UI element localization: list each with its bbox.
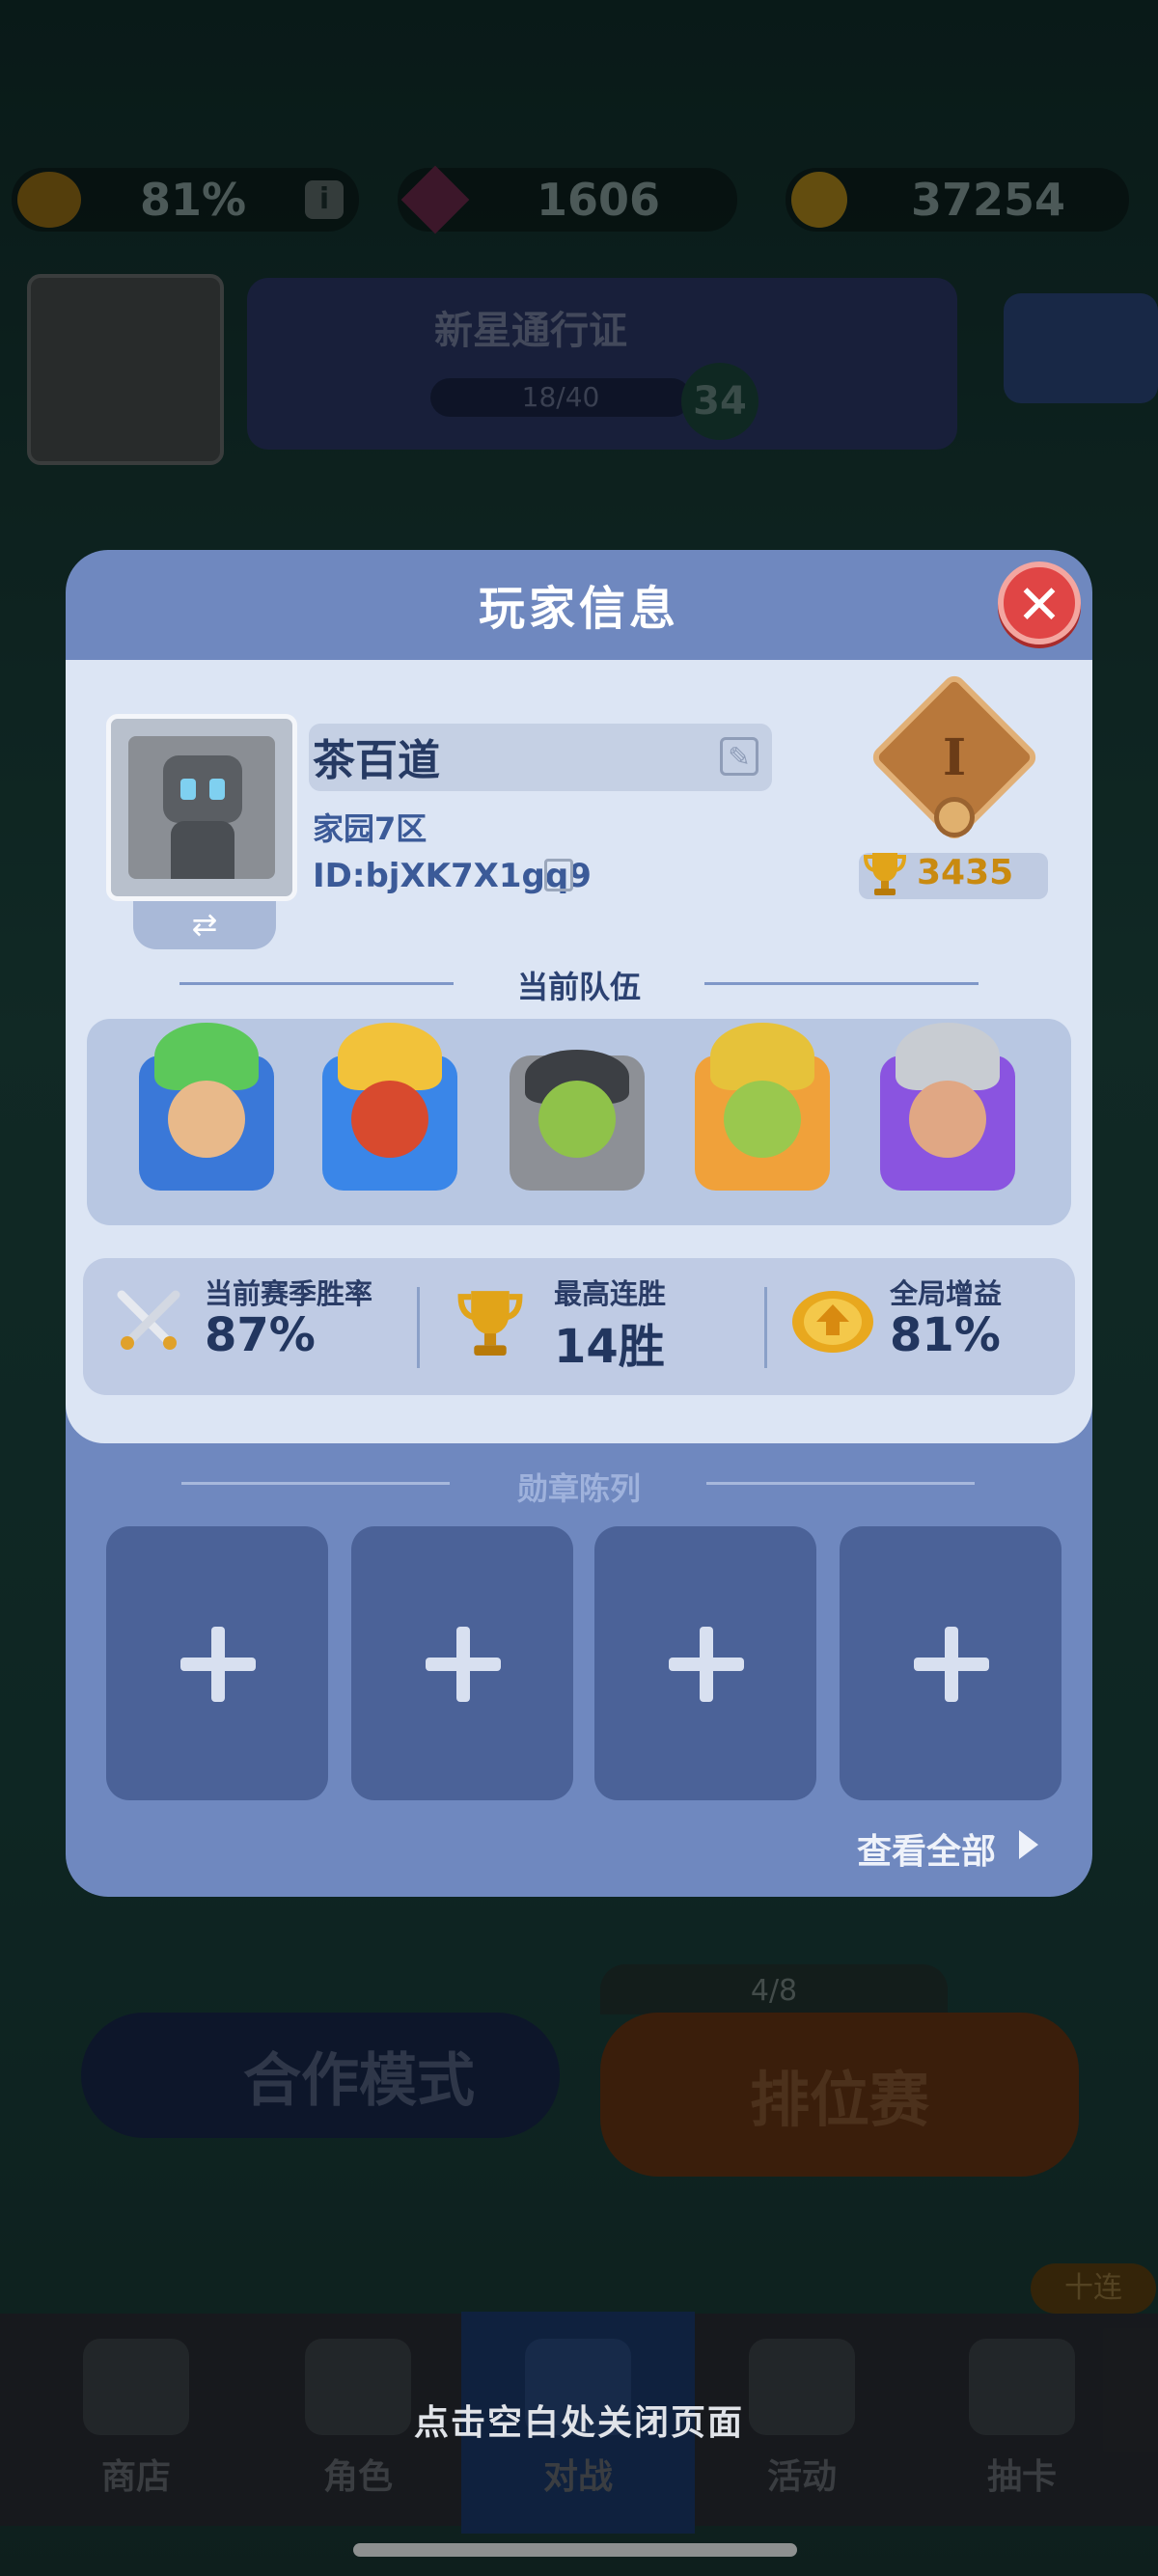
team-section-title: 当前队伍 [516,969,641,1005]
player-name: 茶百道 [313,736,440,785]
medal-slot-4[interactable] [840,1526,1062,1800]
hero-face [168,1081,245,1158]
winrate-label: 当前赛季胜率 [205,1277,373,1310]
streak-label: 最高连胜 [554,1277,667,1310]
medal-section-title: 勋章陈列 [516,1470,641,1507]
chevron-right-icon [1019,1830,1038,1859]
player-region: 家园7区 [313,810,427,847]
stat-divider [417,1287,420,1368]
edit-name-icon[interactable]: ✎ [720,737,758,776]
stat-divider [764,1287,767,1368]
swap-avatar-button[interactable]: ⇄ [133,901,276,949]
plus-icon-stem [456,1627,470,1702]
avatar-eye [180,779,196,800]
home-indicator[interactable] [353,2543,797,2557]
hero-slot-5[interactable] [880,1023,1015,1191]
crossed-swords-icon [117,1290,180,1350]
hero-face [909,1081,986,1158]
modal-title: 玩家信息 [478,582,679,636]
close-hint: 点击空白处关闭页面 [413,2403,744,2443]
hero-slot-3[interactable] [510,1050,645,1191]
view-all-link[interactable]: 查看全部 [857,1823,996,1874]
boost-stat-value: 81% [890,1308,1001,1362]
medal-slot-3[interactable] [594,1526,816,1800]
hero-face [724,1081,801,1158]
hero-slot-2[interactable] [322,1023,457,1191]
plus-icon-stem [700,1627,713,1702]
avatar-image [128,736,275,879]
copy-id-icon[interactable] [544,859,573,891]
global-boost-icon [792,1291,873,1353]
winrate-value: 87% [205,1308,316,1362]
boost-label: 全局增益 [890,1277,1003,1310]
medal-slot-1[interactable] [106,1526,328,1800]
plus-icon-stem [211,1627,225,1702]
player-avatar[interactable] [106,714,297,901]
medal-slot-2[interactable] [351,1526,573,1800]
close-button[interactable]: ✕ [998,562,1081,644]
hero-face [538,1081,616,1158]
swap-arrows-icon: ⇄ [191,906,218,943]
hero-slot-4[interactable] [695,1023,830,1191]
plus-icon-stem [945,1627,958,1702]
streak-value: 14胜 [554,1320,665,1374]
trophy-icon [457,1291,523,1356]
hero-slot-1[interactable] [139,1023,274,1191]
trophy-icon [863,853,907,895]
rank-medal-icon [934,797,975,837]
avatar-eye [209,779,225,800]
avatar-body [171,821,234,879]
trophy-count: 3435 [917,853,1014,892]
avatar-head [163,755,242,823]
hero-face [351,1081,428,1158]
